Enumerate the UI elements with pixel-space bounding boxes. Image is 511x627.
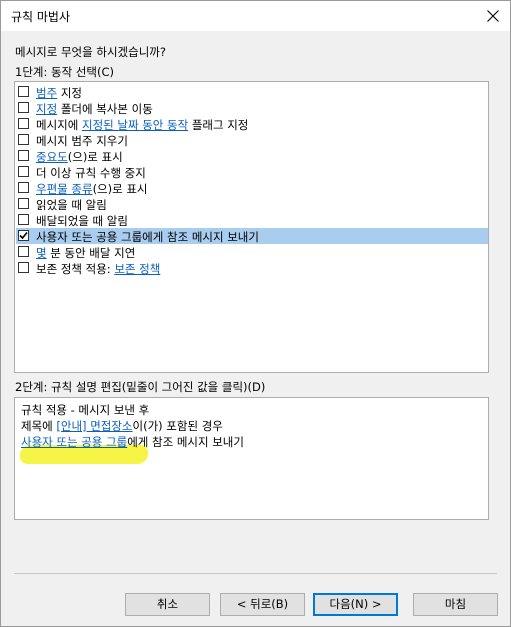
action-text-before: 사용자 또는 공용 그룹에게 참조 메시지 보내기 <box>36 230 259 244</box>
action-item[interactable]: 중요도(으)로 표시 <box>16 148 488 164</box>
step2-label: 2단계: 규칙 설명 편집(밑줄이 그어진 값을 클릭)(D) <box>15 380 266 394</box>
next-button[interactable]: 다음(N) > <box>313 593 398 616</box>
action-item[interactable]: 읽었을 때 알림 <box>16 196 488 212</box>
action-label: 범주 지정 <box>36 85 82 101</box>
action-checkbox[interactable] <box>18 214 29 225</box>
action-label: 중요도(으)로 표시 <box>36 149 123 165</box>
action-item[interactable]: 사용자 또는 공용 그룹에게 참조 메시지 보내기 <box>16 228 488 244</box>
action-label: 배달되었을 때 알림 <box>36 213 128 229</box>
action-text-after: 지정 <box>57 86 82 100</box>
action-list[interactable]: 범주 지정 지정 폴더에 복사본 이동 메시지에 지정된 날짜 동안 동작 플래그 … <box>14 81 489 373</box>
action-label: 보존 정책 적용: 보존 정책 <box>36 261 160 277</box>
action-checkbox[interactable] <box>18 246 29 257</box>
close-icon <box>487 10 499 22</box>
action-checkbox[interactable] <box>18 262 29 273</box>
action-text-before: 읽었을 때 알림 <box>36 198 107 212</box>
action-label: 지정 폴더에 복사본 이동 <box>36 101 153 117</box>
action-item[interactable]: 메시지 범주 지우기 <box>16 132 488 148</box>
action-checkbox[interactable] <box>18 182 29 193</box>
action-label: 읽었을 때 알림 <box>36 197 107 213</box>
description-line-3: 사용자 또는 공용 그룹에게 참조 메시지 보내기 <box>21 434 244 450</box>
action-item[interactable]: 보존 정책 적용: 보존 정책 <box>16 260 488 276</box>
subject-keyword-link[interactable]: [안내] 면접장소 <box>56 419 132 433</box>
back-button[interactable]: < 뒤로(B) <box>220 593 305 616</box>
action-text-before: 보존 정책 적용: <box>36 262 115 276</box>
checkmark-icon <box>19 231 28 240</box>
action-label: 몇 분 동안 배달 지연 <box>36 245 135 261</box>
title-bar: 규칙 마법사 <box>1 1 510 31</box>
rule-description-box: 규칙 적용 - 메시지 보낸 후 제목에 [안내] 면접장소이(가) 포함된 경… <box>14 397 489 520</box>
recipients-link[interactable]: 사용자 또는 공용 그룹 <box>21 435 127 449</box>
action-text-before: 더 이상 규칙 수행 중지 <box>36 166 146 180</box>
action-text-after: 플래그 지정 <box>188 118 249 132</box>
action-label: 메시지에 지정된 날짜 동안 동작 플래그 지정 <box>36 117 248 133</box>
question-text: 메시지로 무엇을 하시겠습니까? <box>15 45 166 59</box>
button-separator <box>14 573 497 574</box>
action-checkbox[interactable] <box>18 102 29 113</box>
description-line-1: 규칙 적용 - 메시지 보낸 후 <box>21 403 150 417</box>
action-item[interactable]: 배달되었을 때 알림 <box>16 212 488 228</box>
rules-wizard-dialog: 규칙 마법사 메시지로 무엇을 하시겠습니까? 1단계: 동작 선택(C) 범주… <box>0 0 511 627</box>
action-checkbox[interactable] <box>18 166 29 177</box>
action-label: 더 이상 규칙 수행 중지 <box>36 165 146 181</box>
action-checkbox[interactable] <box>18 150 29 161</box>
action-value-link[interactable]: 우편물 종류 <box>36 182 93 196</box>
action-checkbox[interactable] <box>18 118 29 129</box>
action-checkbox[interactable] <box>18 230 29 241</box>
action-checkbox[interactable] <box>18 198 29 209</box>
action-value-link[interactable]: 지정 <box>36 102 57 116</box>
description-line3-after: 에게 참조 메시지 보내기 <box>127 435 244 449</box>
action-item[interactable]: 범주 지정 <box>16 84 488 100</box>
action-label: 사용자 또는 공용 그룹에게 참조 메시지 보내기 <box>36 229 259 245</box>
description-line2-before: 제목에 <box>21 419 57 433</box>
action-text-before: 메시지 범주 지우기 <box>36 134 128 148</box>
action-checkbox[interactable] <box>18 86 29 97</box>
action-item[interactable]: 메시지에 지정된 날짜 동안 동작 플래그 지정 <box>16 116 488 132</box>
description-line2-after: 이(가) 포함된 경우 <box>132 419 223 433</box>
action-text-after: (으)로 표시 <box>92 182 148 196</box>
close-button[interactable] <box>476 1 510 31</box>
description-line-2: 제목에 [안내] 면접장소이(가) 포함된 경우 <box>21 418 223 434</box>
action-item[interactable]: 더 이상 규칙 수행 중지 <box>16 164 488 180</box>
finish-button[interactable]: 마침 <box>413 593 498 616</box>
action-text-after: 분 동안 배달 지연 <box>46 246 136 260</box>
action-label: 메시지 범주 지우기 <box>36 133 128 149</box>
action-value-link[interactable]: 몇 <box>36 246 47 260</box>
action-text-before: 메시지에 <box>36 118 82 132</box>
action-value-link[interactable]: 지정된 날짜 동안 동작 <box>82 118 188 132</box>
cancel-button[interactable]: 취소 <box>125 593 210 616</box>
action-checkbox[interactable] <box>18 134 29 145</box>
action-item[interactable]: 우편물 종류(으)로 표시 <box>16 180 488 196</box>
action-label: 우편물 종류(으)로 표시 <box>36 181 148 197</box>
action-text-after: 폴더에 복사본 이동 <box>57 102 153 116</box>
action-item[interactable]: 몇 분 동안 배달 지연 <box>16 244 488 260</box>
action-text-before: 배달되었을 때 알림 <box>36 214 128 228</box>
window-title: 규칙 마법사 <box>11 10 71 24</box>
action-item[interactable]: 지정 폴더에 복사본 이동 <box>16 100 488 116</box>
action-text-after: (으)로 표시 <box>67 150 123 164</box>
action-value-link[interactable]: 보존 정책 <box>114 262 160 276</box>
step1-label: 1단계: 동작 선택(C) <box>15 65 114 79</box>
action-value-link[interactable]: 범주 <box>36 86 57 100</box>
action-value-link[interactable]: 중요도 <box>36 150 68 164</box>
